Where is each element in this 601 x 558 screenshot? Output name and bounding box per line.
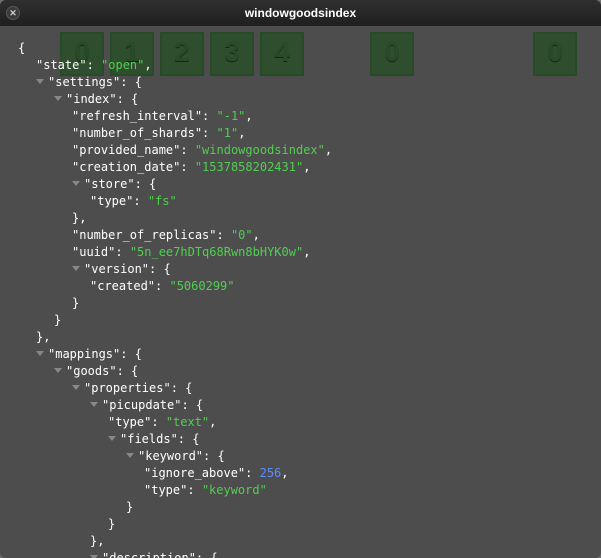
json-line: "picupdate": { [18, 397, 591, 414]
caret-down-icon [90, 402, 98, 407]
json-line: "store": { [18, 176, 591, 193]
caret-down-icon [108, 436, 116, 441]
json-line: "goods": { [18, 363, 591, 380]
json-line: "type": "fs" [18, 193, 591, 210]
json-line: "description": { [18, 550, 591, 558]
json-line: "settings": { [18, 74, 591, 91]
caret-down-icon [36, 351, 44, 356]
json-line: } [18, 295, 591, 312]
json-viewer[interactable]: { "state": "open", "settings": { "index"… [0, 26, 601, 558]
json-line: "refresh_interval": "-1", [18, 108, 591, 125]
json-line: "type": "text", [18, 414, 591, 431]
json-line: { [18, 40, 591, 57]
json-line: "number_of_replicas": "0", [18, 227, 591, 244]
json-line: "properties": { [18, 380, 591, 397]
caret-down-icon [72, 385, 80, 390]
json-line: } [18, 516, 591, 533]
caret-down-icon [126, 453, 134, 458]
caret-down-icon [54, 96, 62, 101]
json-line: } [18, 499, 591, 516]
caret-down-icon [36, 79, 44, 84]
json-line: "state": "open", [18, 57, 591, 74]
json-line: "type": "keyword" [18, 482, 591, 499]
json-line: "number_of_shards": "1", [18, 125, 591, 142]
json-line: "mappings": { [18, 346, 591, 363]
json-line: }, [18, 533, 591, 550]
json-line: "version": { [18, 261, 591, 278]
json-line: } [18, 312, 591, 329]
close-icon[interactable]: ✕ [6, 6, 20, 20]
json-line: "provided_name": "windowgoodsindex", [18, 142, 591, 159]
json-line: }, [18, 210, 591, 227]
window-title: windowgoodsindex [0, 6, 601, 20]
json-line: "created": "5060299" [18, 278, 591, 295]
caret-down-icon [72, 266, 80, 271]
title-bar: ✕ windowgoodsindex [0, 0, 601, 26]
json-line: "uuid": "5n_ee7hDTq68Rwn8bHYK0w", [18, 244, 591, 261]
caret-down-icon [54, 368, 62, 373]
modal-window: ✕ windowgoodsindex 0 1 2 3 4 0 0 { "stat… [0, 0, 601, 558]
json-line: "creation_date": "1537858202431", [18, 159, 591, 176]
caret-down-icon [72, 181, 80, 186]
json-line: "fields": { [18, 431, 591, 448]
json-line: "index": { [18, 91, 591, 108]
json-line: "keyword": { [18, 448, 591, 465]
window-body: { "state": "open", "settings": { "index"… [0, 26, 601, 558]
json-line: "ignore_above": 256, [18, 465, 591, 482]
json-line: }, [18, 329, 591, 346]
